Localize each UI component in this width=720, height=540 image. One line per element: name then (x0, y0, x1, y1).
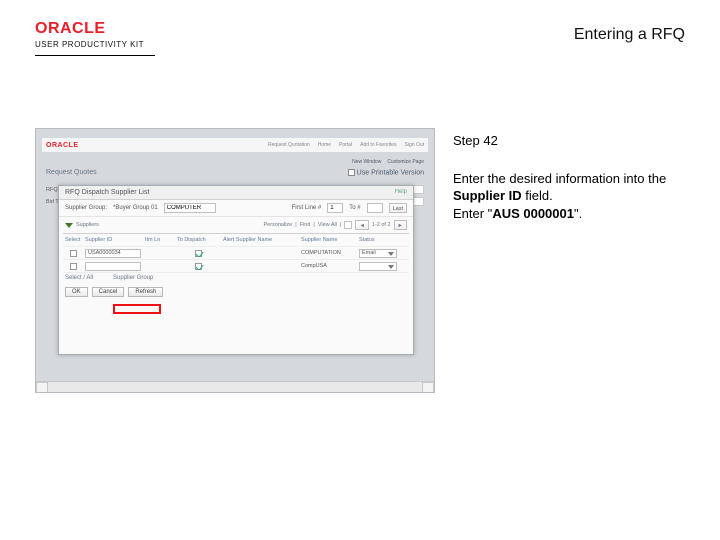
instruction-line-1: Enter the desired information into the S… (453, 170, 685, 205)
topbar-item[interactable]: Sign Out (405, 142, 424, 148)
topbar-item[interactable]: Request Quotation (268, 142, 310, 148)
last-button[interactable]: Last (389, 203, 407, 213)
grid-download-icon[interactable] (344, 221, 352, 229)
instruction-line-2: Enter "AUS 0000001". (453, 205, 685, 223)
grid-pager-row: Suppliers Personalize | Find | View All … (59, 217, 413, 233)
pager-range: 1-2 of 2 (372, 222, 391, 228)
col-alert[interactable]: Alert Supplier Name (221, 237, 299, 243)
view-all-link[interactable]: View All (318, 222, 337, 228)
instruction-panel: Step 42 Enter the desired information in… (453, 128, 685, 393)
row-select-checkbox[interactable] (70, 263, 77, 270)
printable-checkbox[interactable] (348, 169, 355, 176)
to-dispatch-checkbox[interactable] (195, 250, 202, 257)
dialog-footer: OK Cancel Refresh (59, 283, 413, 301)
supplier-group-picker[interactable] (164, 203, 216, 213)
col-itm-ln[interactable]: Itm Ln (143, 237, 175, 243)
supplier-group-value: *Buyer Group 01 (113, 205, 158, 211)
brand-block: ORACLE USER PRODUCTIVITY KIT (35, 20, 155, 56)
grid-row: CompUSA (63, 260, 409, 273)
refresh-button[interactable]: Refresh (128, 287, 163, 297)
suppliers-heading: Suppliers (76, 222, 99, 228)
subbar-link[interactable]: New Window (352, 159, 381, 165)
app-topbar: ORACLE Request Quotation Home Portal Add… (42, 138, 428, 152)
col-status[interactable]: Status (357, 237, 399, 243)
grid-row: USA0000034 COMPUTATION Email (63, 247, 409, 260)
app-screenshot: ORACLE Request Quotation Home Portal Add… (35, 128, 435, 393)
dialog-link-row: Select / All Supplier Group (59, 273, 413, 283)
brand-subtitle: USER PRODUCTIVITY KIT (35, 40, 155, 49)
grid-header: Select Supplier ID Itm Ln To Dispatch Al… (63, 234, 409, 247)
supplier-grid: Select Supplier ID Itm Ln To Dispatch Al… (63, 233, 409, 273)
status-select[interactable]: Email (359, 249, 397, 258)
dialog-help-link[interactable]: Help (395, 189, 407, 196)
topbar-item[interactable]: Portal (339, 142, 352, 148)
supplier-group-link[interactable]: Supplier Group (113, 275, 153, 281)
supplier-id-cell[interactable]: USA0000034 (85, 249, 141, 258)
cancel-button[interactable]: Cancel (92, 287, 125, 297)
scroll-left-icon[interactable] (36, 382, 48, 393)
to-dispatch-checkbox[interactable] (195, 263, 202, 270)
document-title: Entering a RFQ (574, 26, 685, 44)
topbar-item[interactable]: Home (318, 142, 331, 148)
personalize-link[interactable]: Personalize (264, 222, 293, 228)
to-label: To # (349, 205, 360, 211)
printable-label: Use Printable Version (357, 169, 424, 176)
horizontal-scrollbar[interactable] (36, 381, 434, 392)
row-select-checkbox[interactable] (70, 250, 77, 257)
supplier-id-field[interactable] (85, 262, 141, 271)
col-to-dispatch[interactable]: To Dispatch (175, 237, 221, 243)
ok-button[interactable]: OK (65, 287, 88, 297)
step-label: Step 42 (453, 132, 685, 150)
select-all-link[interactable]: Select / All (65, 275, 93, 281)
first-line-input[interactable] (327, 203, 343, 213)
subbar-link[interactable]: Customize Page (387, 159, 424, 165)
topbar-item[interactable]: Add to Favorites (360, 142, 396, 148)
supplier-group-label: Supplier Group: (65, 205, 107, 211)
supplier-list-dialog: RFQ Dispatch Supplier List Help Supplier… (58, 185, 414, 355)
supplier-name-cell: COMPUTATION (299, 250, 357, 256)
supplier-name-cell: CompUSA (299, 263, 357, 269)
page-title-row: Request Quotes Use Printable Version (46, 169, 424, 176)
brand-underline (35, 55, 155, 56)
brand-logo: ORACLE (35, 20, 155, 38)
to-line-input[interactable] (367, 203, 383, 213)
supplier-group-row: Supplier Group: *Buyer Group 01 First Li… (59, 200, 413, 217)
status-select[interactable] (359, 262, 397, 271)
highlight-supplier-id (113, 304, 161, 314)
col-select[interactable]: Select (63, 237, 83, 243)
find-link[interactable]: Find (300, 222, 311, 228)
pager-next[interactable]: ► (394, 220, 407, 230)
page-title: Request Quotes (46, 169, 97, 176)
col-supplier-name[interactable]: Supplier Name (299, 237, 357, 243)
app-subbar: New Window Customize Page (42, 156, 428, 168)
col-supplier-id[interactable]: Supplier ID (83, 237, 143, 243)
app-brand: ORACLE (46, 142, 79, 149)
pager-prev[interactable]: ◄ (355, 220, 368, 230)
first-line-label: First Line # (292, 205, 322, 211)
scroll-right-icon[interactable] (422, 382, 434, 393)
expand-icon[interactable] (65, 223, 73, 228)
dialog-title: RFQ Dispatch Supplier List (65, 189, 149, 196)
